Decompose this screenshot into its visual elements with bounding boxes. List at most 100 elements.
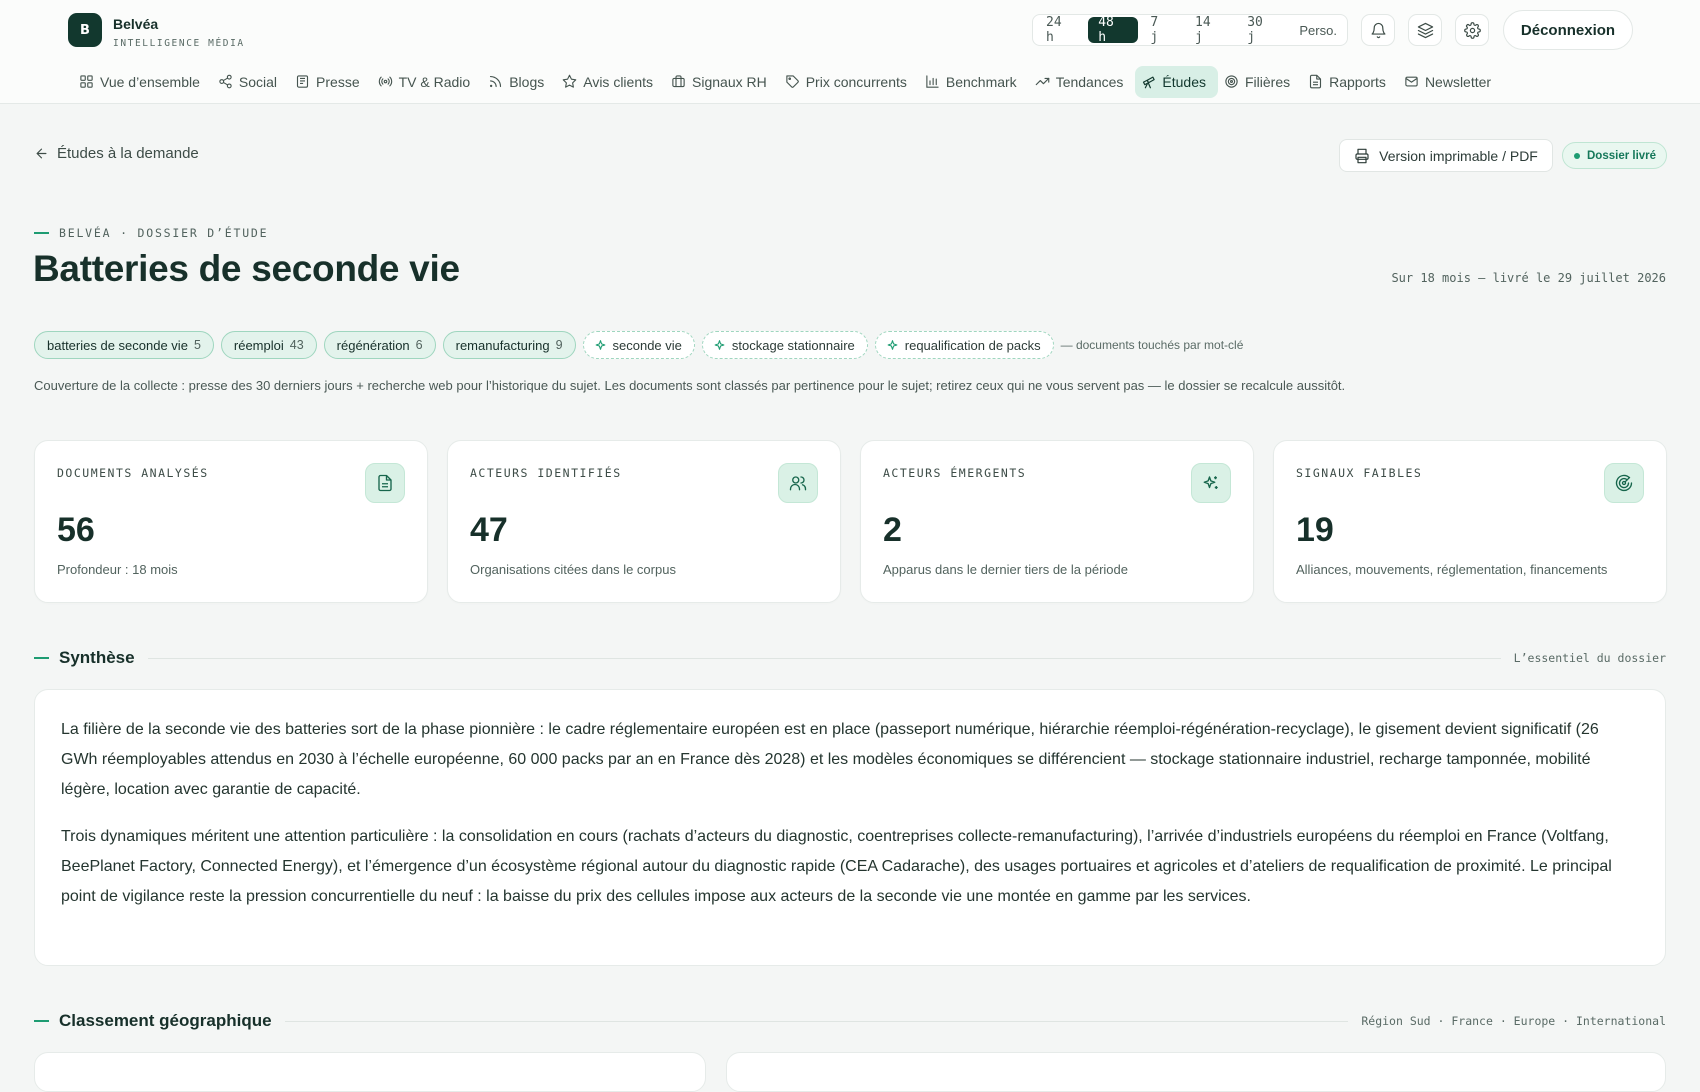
stat-card-emergents: ACTEURS ÉMERGENTS 2 Apparus dans le dern… xyxy=(860,440,1254,603)
bell-icon xyxy=(1371,22,1385,38)
notifications-button[interactable] xyxy=(1361,14,1395,46)
nav-item-benchmark[interactable]: Benchmark xyxy=(919,66,1029,98)
stat-value: 19 xyxy=(1296,511,1334,549)
range-14j[interactable]: 14 j xyxy=(1185,15,1235,45)
keyword-count: 43 xyxy=(289,338,304,352)
nav-label: Newsletter xyxy=(1424,73,1492,90)
stat-card-acteurs: ACTEURS IDENTIFIÉS 47 Organisations cité… xyxy=(447,440,841,603)
stat-desc: Apparus dans le dernier tiers de la péri… xyxy=(883,562,1128,577)
section-title: Classement géographique xyxy=(59,1011,272,1030)
nav-item-prix-concurrents[interactable]: Prix concurrents xyxy=(779,66,919,98)
target-icon xyxy=(1225,75,1238,88)
section-divider xyxy=(147,657,1501,659)
grid-icon xyxy=(80,75,93,88)
nav-item-filieres[interactable]: Filières xyxy=(1218,66,1302,98)
suggested-keyword-chip[interactable]: requalification de packs xyxy=(874,331,1054,359)
suggested-keyword-chip[interactable]: stockage stationnaire xyxy=(701,331,868,359)
rss-icon xyxy=(490,75,502,88)
nav-item-tendances[interactable]: Tendances xyxy=(1029,66,1136,98)
brand-logo[interactable]: B xyxy=(68,13,102,47)
sparkle-icon xyxy=(595,339,605,350)
main-nav: Vue d’ensemble Social Presse TV & Radio … xyxy=(0,60,1700,104)
nav-label: Vue d’ensemble xyxy=(100,73,200,90)
sparkle-icon xyxy=(887,339,898,350)
stat-icon-box xyxy=(778,463,818,503)
stat-desc: Organisations citées dans le corpus xyxy=(470,562,676,577)
logout-button[interactable]: Déconnexion xyxy=(1503,10,1633,50)
stat-desc: Alliances, mouvements, réglementation, f… xyxy=(1296,562,1608,577)
keyword-chip[interactable]: réemploi 43 xyxy=(220,331,317,359)
file-icon xyxy=(1310,74,1322,89)
layers-button[interactable] xyxy=(1408,14,1442,46)
nav-item-avis-clients[interactable]: Avis clients xyxy=(556,66,665,98)
printer-icon xyxy=(1355,148,1369,163)
mail-icon xyxy=(1405,76,1418,87)
nav-item-blogs[interactable]: Blogs xyxy=(482,66,556,98)
nav-item-rapports[interactable]: Rapports xyxy=(1302,66,1398,98)
nav-item-newsletter[interactable]: Newsletter xyxy=(1398,66,1503,98)
document-icon xyxy=(378,474,392,492)
keyword-chip[interactable]: régénération 6 xyxy=(323,331,436,359)
sparkle-icon xyxy=(714,339,725,350)
nav-item-social[interactable]: Social xyxy=(212,66,289,98)
stat-icon-box xyxy=(365,463,405,503)
sparkles-icon xyxy=(1203,476,1218,489)
status-label: Dossier livré xyxy=(1587,149,1657,162)
back-label: Études à la demande xyxy=(57,145,199,162)
nav-item-tv-radio[interactable]: TV & Radio xyxy=(372,66,483,98)
users-icon xyxy=(789,476,807,491)
stat-value: 2 xyxy=(883,511,902,549)
range-30j[interactable]: 30 j xyxy=(1237,15,1287,45)
nav-item-presse[interactable]: Presse xyxy=(289,66,372,98)
status-dot xyxy=(1574,152,1580,159)
nav-label: Prix concurrents xyxy=(805,73,907,90)
tag-icon xyxy=(786,75,799,88)
nav-label: Social xyxy=(238,73,278,90)
stat-cards: DOCUMENTS ANALYSÉS 56 Profondeur : 18 mo… xyxy=(34,440,1667,603)
nav-item-overview[interactable]: Vue d’ensemble xyxy=(73,66,212,98)
range-7j[interactable]: 7 j xyxy=(1140,15,1183,45)
gear-icon xyxy=(1463,21,1481,39)
stat-label: ACTEURS ÉMERGENTS xyxy=(883,466,1027,480)
synthesis-header: Synthèse L’essentiel du dossier xyxy=(34,648,1666,668)
briefcase-icon xyxy=(672,75,685,88)
nav-label: Études xyxy=(1162,73,1206,90)
status-badge: Dossier livré xyxy=(1562,142,1668,169)
settings-button[interactable] xyxy=(1455,14,1489,46)
section-meta: Région Sud · France · Europe · Internati… xyxy=(1361,1014,1666,1028)
suggested-keyword-label: seconde vie xyxy=(612,337,682,353)
section-title: Synthèse xyxy=(59,648,135,667)
radar-icon xyxy=(1615,474,1633,492)
nav-label: Presse xyxy=(316,73,360,90)
range-24h[interactable]: 24 h xyxy=(1036,15,1086,45)
synthesis-paragraph: La filière de la seconde vie des batteri… xyxy=(61,721,1599,798)
stat-card-signaux: SIGNAUX FAIBLES 19 Alliances, mouvements… xyxy=(1273,440,1667,603)
print-button[interactable]: Version imprimable / PDF xyxy=(1339,139,1553,172)
range-custom[interactable]: Perso. xyxy=(1289,17,1347,43)
keyword-chip[interactable]: batteries de seconde vie 5 xyxy=(34,331,214,359)
nav-label: Blogs xyxy=(509,73,545,90)
nav-item-etudes[interactable]: Études xyxy=(1135,65,1218,98)
stat-label: ACTEURS IDENTIFIÉS xyxy=(470,466,622,480)
page-title: Batteries de seconde vie xyxy=(33,248,460,289)
keyword-chip[interactable]: remanufacturing 9 xyxy=(442,331,576,359)
bar-chart-icon xyxy=(926,75,939,88)
synthesis-card: La filière de la seconde vie des batteri… xyxy=(34,689,1666,966)
back-link[interactable]: Études à la demande xyxy=(34,145,199,162)
keyword-label: batteries de seconde vie xyxy=(47,337,188,353)
brand-name: Belvéa xyxy=(113,16,159,32)
eyebrow: BELVÉA · DOSSIER D’ÉTUDE xyxy=(34,226,268,240)
stat-label: DOCUMENTS ANALYSÉS xyxy=(57,466,209,480)
coverage-note: Couverture de la collecte : presse des 3… xyxy=(34,378,1346,393)
stat-value: 56 xyxy=(57,511,95,549)
keyword-label: remanufacturing xyxy=(455,337,550,353)
time-range-selector: 24 h 48 h 7 j 14 j 30 j Perso. xyxy=(1032,14,1348,46)
nav-item-signaux-rh[interactable]: Signaux RH xyxy=(665,66,779,98)
suggested-keyword-chip[interactable]: seconde vie xyxy=(582,331,695,359)
stat-label: SIGNAUX FAIBLES xyxy=(1296,466,1423,480)
layers-icon xyxy=(1417,22,1433,38)
keyword-label: réemploi xyxy=(233,337,284,353)
range-48h[interactable]: 48 h xyxy=(1088,15,1139,45)
top-bar: B Belvéa INTELLIGENCE MÉDIA 24 h 48 h 7 … xyxy=(0,0,1700,60)
star-icon xyxy=(562,74,577,88)
